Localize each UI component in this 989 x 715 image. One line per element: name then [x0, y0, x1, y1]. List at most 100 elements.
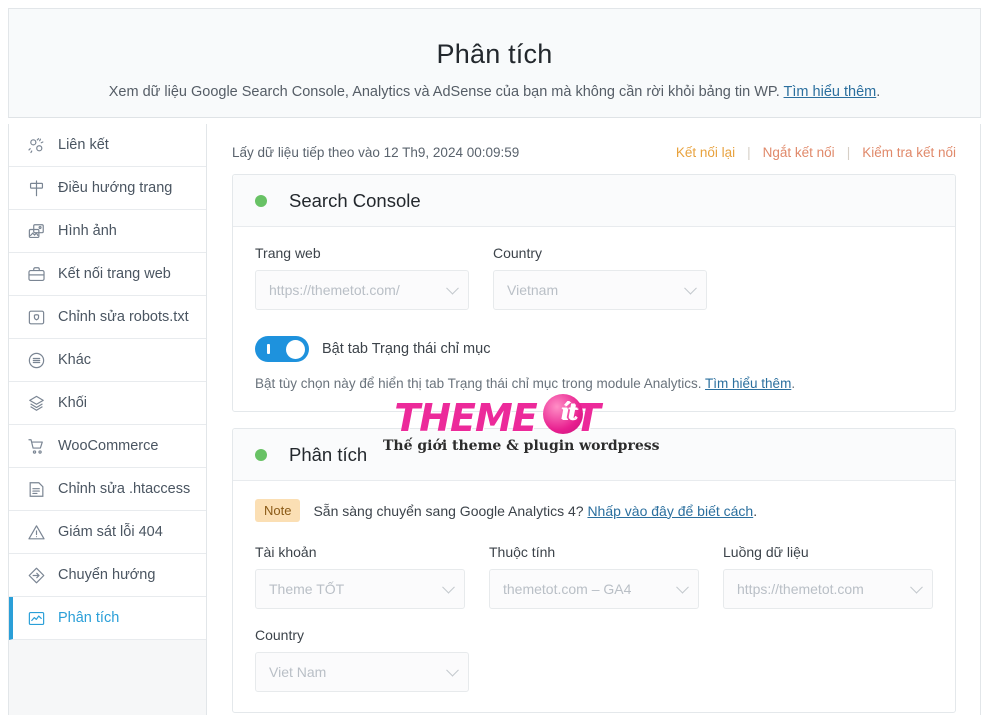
data-stream-select-value: https://themetot.com: [737, 581, 864, 597]
menu-circle-icon: [25, 349, 47, 371]
data-stream-field: Luồng dữ liệu https://themetot.com: [723, 544, 933, 609]
analytics-settings-page: Phân tích Xem dữ liệu Google Search Cons…: [0, 0, 989, 715]
sidebar: Liên kết Điều hướng trang Hình ảnh Kết n…: [8, 124, 207, 715]
sidebar-filler: [9, 640, 206, 715]
chevron-down-icon: [446, 663, 459, 677]
search-console-panel-body: Trang web https://themetot.com/ Country …: [233, 227, 955, 411]
data-stream-select[interactable]: https://themetot.com: [723, 569, 933, 609]
search-console-title: Search Console: [289, 189, 421, 211]
note-text-period: .: [753, 502, 758, 519]
site-field-label: Trang web: [255, 245, 321, 261]
chevron-down-icon: [446, 281, 459, 295]
sidebar-item-label: Chuyển hướng: [58, 567, 156, 583]
sidebar-item-ket-noi-trang-web[interactable]: Kết nối trang web: [9, 253, 206, 296]
index-status-help-main: Bật tùy chọn này để hiển thị tab Trạng t…: [255, 376, 702, 391]
ga4-note: Note Sẵn sàng chuyển sang Google Analyti…: [255, 499, 933, 522]
layers-icon: [25, 392, 47, 414]
toggle-knob: [286, 339, 305, 359]
ga4-howto-link[interactable]: Nhấp vào đây để biết cách: [587, 503, 753, 519]
sidebar-item-label: Giám sát lỗi 404: [58, 524, 163, 540]
connection-status-row: Lấy dữ liệu tiếp theo vào 12 Th9, 2024 0…: [232, 124, 956, 174]
connection-actions: Kết nối lại | Ngắt kết nối | Kiểm tra kế…: [676, 145, 956, 160]
site-field: Trang web https://themetot.com/: [255, 245, 469, 310]
sidebar-item-khoi[interactable]: Khối: [9, 382, 206, 425]
analytics-fields-row-2: Country Viet Nam: [255, 627, 933, 692]
analytics-title: Phân tích: [289, 443, 368, 465]
learn-more-link-header[interactable]: Tìm hiểu thêm: [784, 84, 877, 100]
sidebar-item-woocommerce[interactable]: WooCommerce: [9, 425, 206, 468]
status-dot-icon: [255, 194, 267, 207]
status-dot-icon: [255, 448, 267, 461]
sidebar-item-chinh-sua-robots[interactable]: Chỉnh sửa robots.txt: [9, 296, 206, 339]
disconnect-link[interactable]: Ngắt kết nối: [763, 145, 835, 160]
sidebar-item-label: Kết nối trang web: [58, 266, 171, 282]
sidebar-item-dieu-huong-trang[interactable]: Điều hướng trang: [9, 167, 206, 210]
cart-icon: [25, 435, 47, 457]
data-stream-field-label: Luồng dữ liệu: [723, 544, 809, 560]
site-select[interactable]: https://themetot.com/: [255, 270, 469, 310]
index-status-toggle[interactable]: [255, 336, 309, 362]
sidebar-item-label: Phân tích: [58, 610, 120, 626]
note-text: Sẵn sàng chuyển sang Google Analytics 4?…: [313, 503, 757, 519]
document-icon: [25, 478, 47, 500]
analytics-panel-body: Note Sẵn sàng chuyển sang Google Analyti…: [233, 481, 955, 712]
page-subtitle: Xem dữ liệu Google Search Console, Analy…: [9, 82, 980, 102]
signpost-icon: [25, 177, 47, 199]
account-field: Tài khoản Theme TỐT: [255, 544, 465, 609]
index-status-help-period: .: [791, 376, 796, 391]
account-select[interactable]: Theme TỐT: [255, 569, 465, 609]
sidebar-item-khac[interactable]: Khác: [9, 339, 206, 382]
sidebar-item-chinh-sua-htaccess[interactable]: Chỉnh sửa .htaccess: [9, 468, 206, 511]
search-console-fields: Trang web https://themetot.com/ Country …: [255, 245, 933, 310]
sidebar-item-label: Điều hướng trang: [58, 180, 173, 196]
property-field: Thuộc tính themetot.com – GA4: [489, 544, 699, 609]
property-field-label: Thuộc tính: [489, 544, 556, 560]
briefcase-icon: [25, 263, 47, 285]
folder-shield-icon: [25, 306, 47, 328]
next-fetch-text: Lấy dữ liệu tiếp theo vào 12 Th9, 2024 0…: [232, 144, 520, 160]
page-header: Phân tích Xem dữ liệu Google Search Cons…: [8, 8, 981, 118]
sidebar-item-label: Chỉnh sửa robots.txt: [58, 309, 189, 325]
learn-more-link-index-status[interactable]: Tìm hiểu thêm: [705, 376, 791, 391]
sc-country-field-label: Country: [493, 245, 543, 261]
analytics-panel-header: Phân tích: [233, 429, 955, 481]
analytics-fields-row-1: Tài khoản Theme TỐT Thuộc tính themetot.…: [255, 544, 933, 609]
property-select-value: themetot.com – GA4: [503, 581, 632, 597]
index-status-toggle-label: Bật tab Trạng thái chỉ mục: [322, 341, 491, 357]
reconnect-link[interactable]: Kết nối lại: [676, 145, 735, 160]
chevron-down-icon: [684, 281, 697, 295]
sidebar-item-chuyen-huong[interactable]: Chuyển hướng: [9, 554, 206, 597]
analytics-chart-icon: [25, 607, 47, 629]
account-field-label: Tài khoản: [255, 544, 317, 560]
chevron-down-icon: [910, 580, 923, 594]
sidebar-item-label: Hình ảnh: [58, 223, 117, 239]
sidebar-item-giam-sat-loi-404[interactable]: Giám sát lỗi 404: [9, 511, 206, 554]
page-title: Phân tích: [436, 39, 553, 69]
action-separator-2: |: [846, 144, 851, 160]
sidebar-item-hinh-anh[interactable]: Hình ảnh: [9, 210, 206, 253]
sc-country-select[interactable]: Vietnam: [493, 270, 707, 310]
sidebar-item-lien-ket[interactable]: Liên kết: [9, 124, 206, 167]
analytics-panel: Phân tích Note Sẵn sàng chuyển sang Goog…: [232, 428, 956, 713]
chevron-down-icon: [442, 580, 455, 594]
note-text-main: Sẵn sàng chuyển sang Google Analytics 4?: [313, 502, 584, 519]
sidebar-item-phan-tich[interactable]: Phân tích: [9, 597, 206, 640]
page-subtitle-period: .: [876, 84, 881, 100]
analytics-country-field: Country Viet Nam: [255, 627, 469, 692]
sc-country-select-value: Vietnam: [507, 282, 559, 298]
main-content: Lấy dữ liệu tiếp theo vào 12 Th9, 2024 0…: [208, 124, 981, 715]
analytics-country-field-label: Country: [255, 627, 305, 643]
test-connection-link[interactable]: Kiểm tra kết nối: [862, 145, 956, 160]
page-subtitle-text: Xem dữ liệu Google Search Console, Analy…: [108, 84, 780, 100]
index-status-help-text: Bật tùy chọn này để hiển thị tab Trạng t…: [255, 376, 933, 391]
warning-triangle-icon: [25, 521, 47, 543]
link-icon: [25, 134, 47, 156]
sc-country-field: Country Vietnam: [493, 245, 707, 310]
analytics-country-select[interactable]: Viet Nam: [255, 652, 469, 692]
toggle-bar-icon: [267, 344, 270, 354]
action-separator-1: |: [747, 144, 751, 160]
redirect-diamond-icon: [25, 564, 47, 586]
images-icon: [25, 220, 47, 242]
analytics-country-select-value: Viet Nam: [269, 664, 327, 680]
property-select[interactable]: themetot.com – GA4: [489, 569, 699, 609]
